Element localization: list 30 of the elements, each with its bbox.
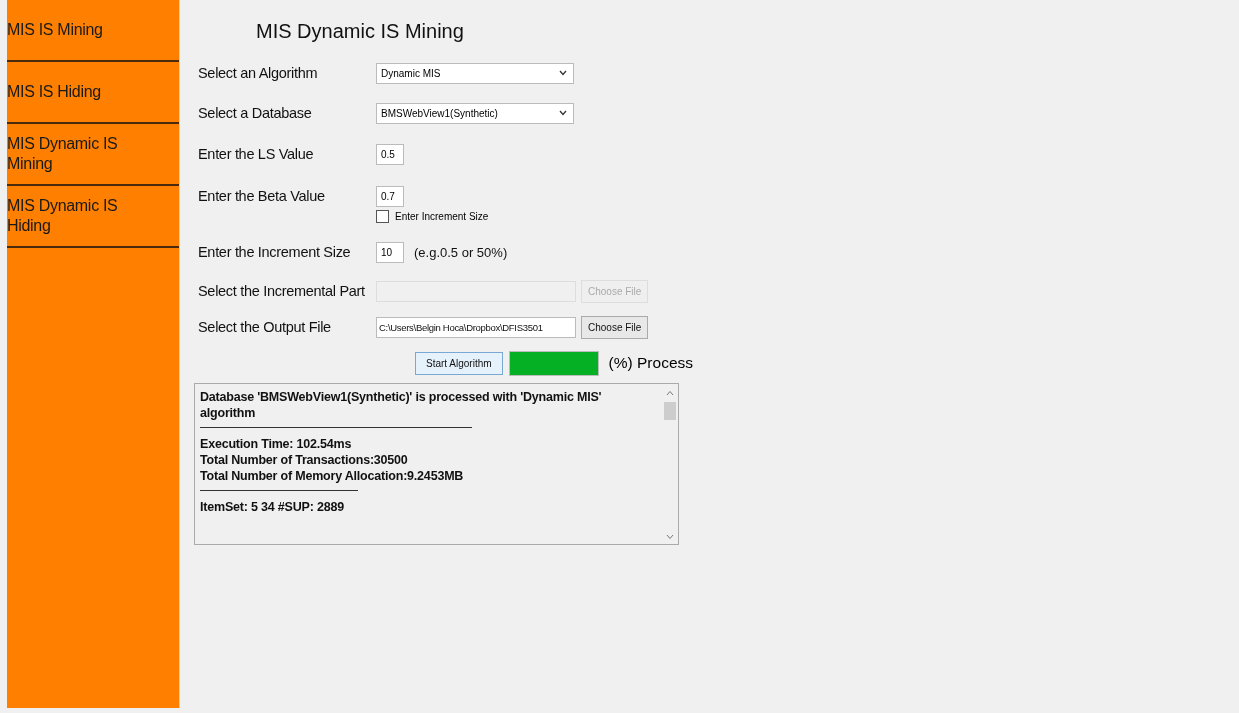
field-label: Enter the LS Value <box>198 146 315 162</box>
scrollbar-thumb[interactable] <box>664 402 676 420</box>
field-label: Enter the Increment Size <box>198 244 352 260</box>
field-label: Select a Database <box>198 105 313 121</box>
start-button[interactable]: Start Algorithm <box>415 351 503 375</box>
log-line: Database 'BMSWebView1(Synthetic)' is processed with 'Dynamic MIS' algorithm <box>200 389 603 421</box>
dropdown[interactable]: BMSWebView1(Synthetic) <box>376 102 574 124</box>
choose-file-button[interactable]: Choose File <box>581 315 649 339</box>
page-heading: MIS Dynamic IS Mining <box>256 20 465 43</box>
log-line: Total Number of Memory Allocation:9.2453MB <box>200 468 465 484</box>
log-line: Execution Time: 102.54ms <box>200 436 353 452</box>
scroll-up-icon[interactable] <box>666 390 674 396</box>
checkbox[interactable] <box>376 209 389 223</box>
checkbox-label: Enter Increment Size <box>395 210 489 222</box>
log-line: Total Number of Transactions:30500 <box>200 452 409 468</box>
chevron-icon <box>559 70 567 76</box>
field-label: Select the Output File <box>198 319 332 335</box>
field-label: Select the Incremental Part <box>198 283 366 299</box>
field-label: Select an Algorithm <box>198 65 319 81</box>
input-field[interactable]: 10 <box>376 241 404 263</box>
input-field[interactable]: 0.5 <box>376 143 404 165</box>
input-field[interactable]: 0.7 <box>376 185 404 207</box>
file-path-field[interactable]: C:\Users\Belgin Hoca\Dropbox\DFIS3501 <box>376 316 576 338</box>
scroll-down-icon[interactable] <box>666 534 674 540</box>
hint-text: (e.g.0.5 or 50%) <box>414 244 508 260</box>
dropdown[interactable]: Dynamic MIS <box>376 62 574 84</box>
log-line: ItemSet: 5 34 #SUP: 2889 <box>200 499 345 515</box>
field-label: Enter the Beta Value <box>198 188 326 204</box>
progress-label: (%) Process <box>608 354 693 372</box>
chevron-icon <box>559 110 567 116</box>
